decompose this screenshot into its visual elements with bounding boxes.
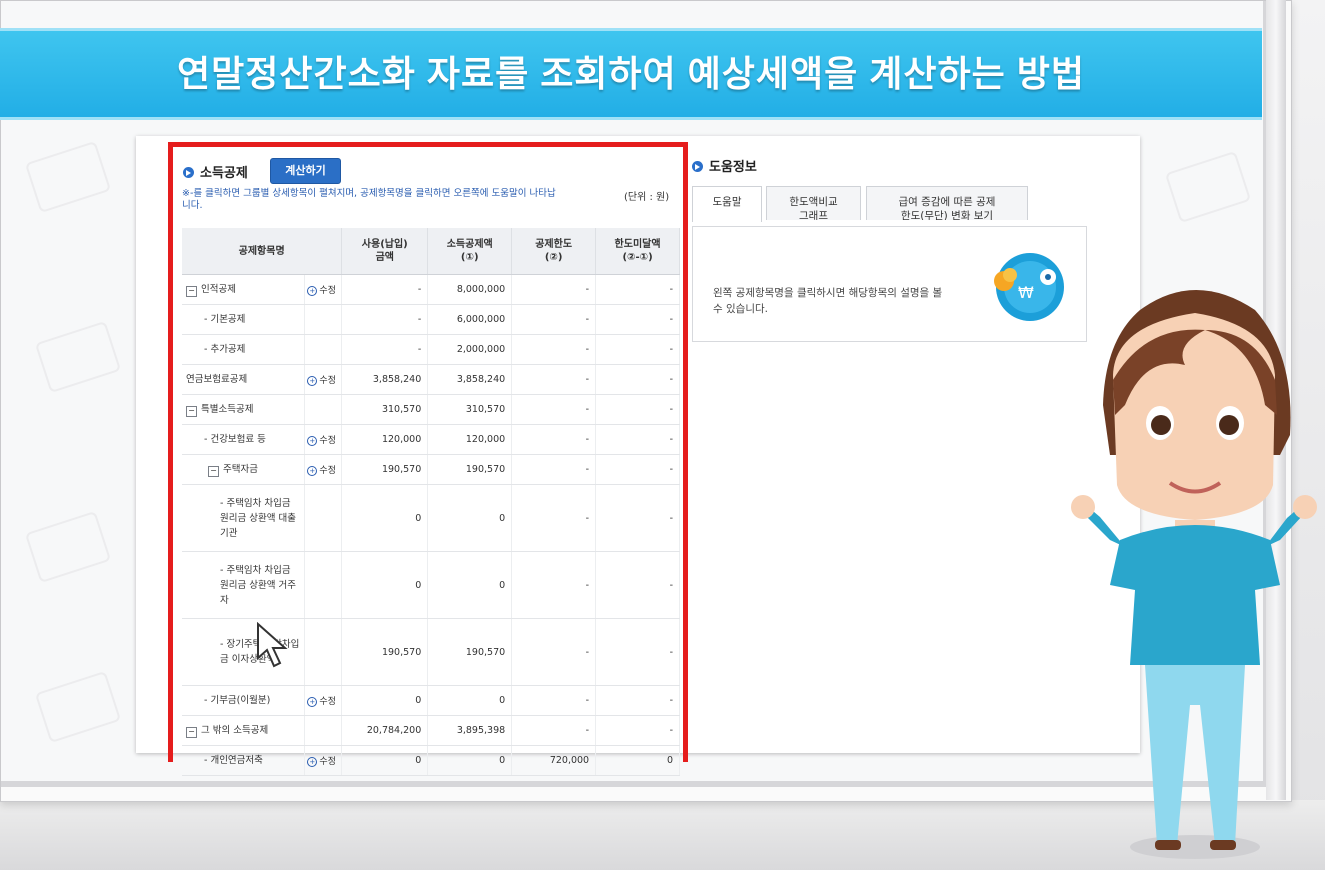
- svg-text:₩: ₩: [1018, 283, 1034, 302]
- mouse-cursor-icon: [257, 622, 288, 668]
- help-heading: 도움정보: [692, 156, 757, 175]
- background-pattern: [1164, 150, 1252, 224]
- highlight-box: [168, 142, 688, 762]
- background-pattern: [24, 140, 112, 214]
- tab-limit-graph-label: 한도액비교 그래프: [789, 196, 838, 220]
- help-content-box: 왼쪽 공제항목명을 클릭하시면 해당항목의 설명을 볼 수 있습니다. ₩: [692, 226, 1087, 342]
- tab-salary-change[interactable]: 급여 증감에 따른 공제 한도(무단) 변화 보기: [866, 186, 1028, 220]
- background-pattern: [34, 320, 122, 394]
- banner-title: 연말정산간소화 자료를 조회하여 예상세액을 계산하는 방법: [176, 53, 1085, 94]
- video-frame: 연말정산간소화 자료를 조회하여 예상세액을 계산하는 방법 소득공제 계산하기…: [0, 0, 1325, 870]
- tab-help-label: 도움말: [712, 196, 742, 208]
- background-pattern: [34, 670, 122, 744]
- help-text: 왼쪽 공제항목명을 클릭하시면 해당항목의 설명을 볼 수 있습니다.: [713, 287, 943, 315]
- presenter-illustration: [1071, 290, 1317, 859]
- coin-character-icon: ₩: [994, 253, 1064, 321]
- tab-salary-change-label: 급여 증감에 따른 공제 한도(무단) 변화 보기: [898, 196, 996, 220]
- title-banner: 연말정산간소화 자료를 조회하여 예상세액을 계산하는 방법: [0, 28, 1262, 120]
- tab-limit-graph[interactable]: 한도액비교 그래프: [766, 186, 861, 220]
- tab-help[interactable]: 도움말: [692, 186, 762, 222]
- background-pattern: [24, 510, 112, 584]
- bullet-icon: [692, 161, 703, 172]
- help-title: 도움정보: [709, 160, 757, 175]
